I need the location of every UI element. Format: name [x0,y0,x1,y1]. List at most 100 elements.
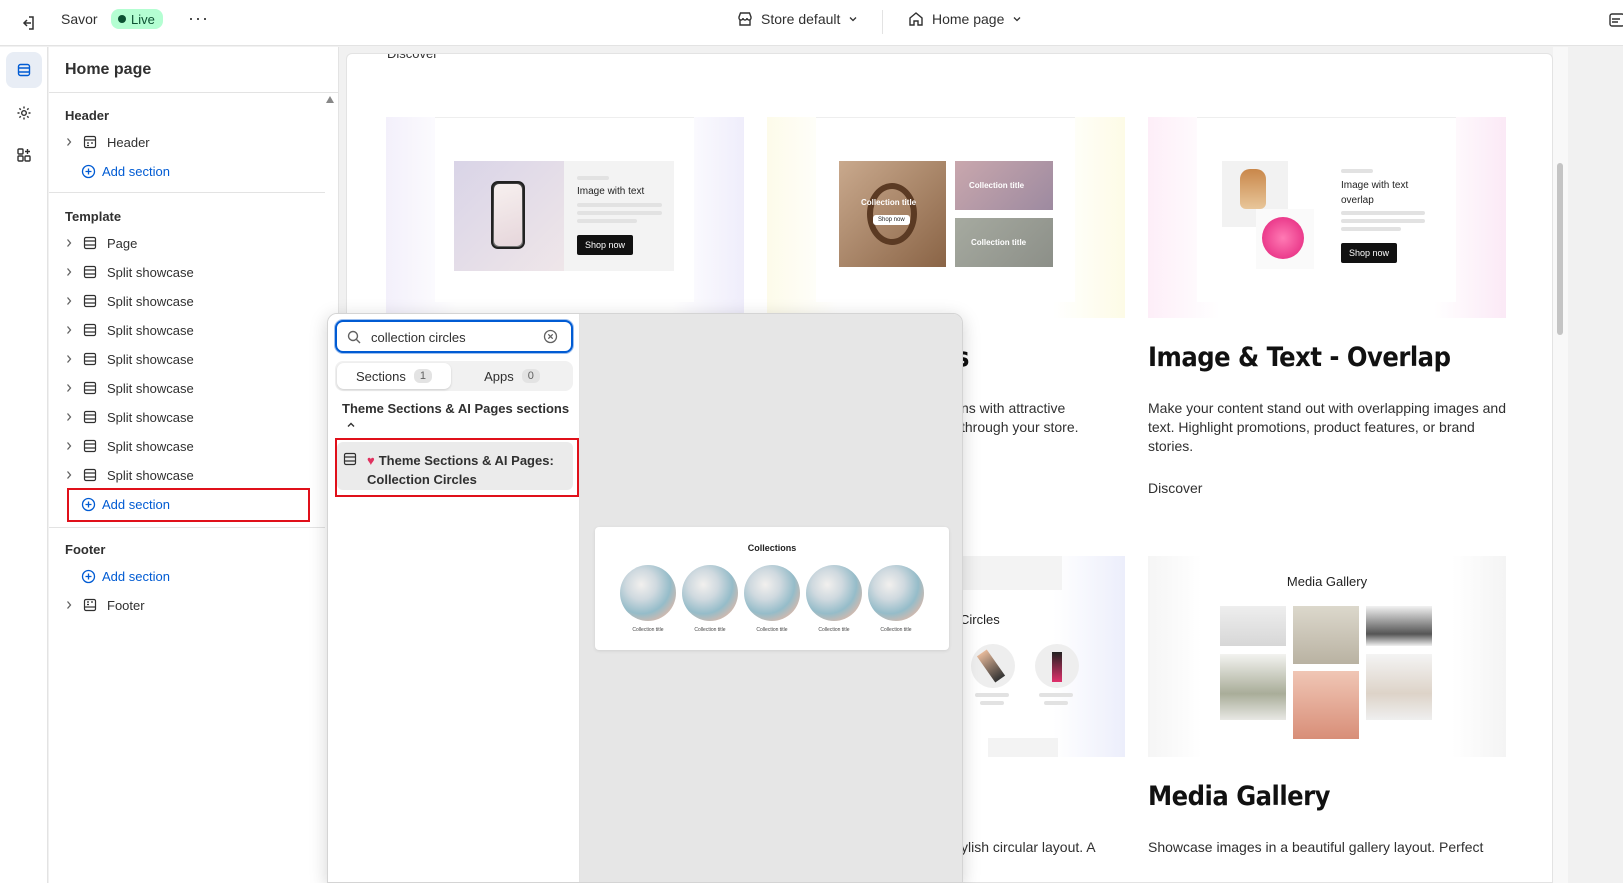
highlight-box-search-result [335,438,579,497]
thumb-heading: Media Gallery [1286,574,1368,589]
preview-scrollbar[interactable] [1553,47,1568,883]
chevron-right-icon[interactable] [65,137,79,147]
sections-rail-button[interactable] [6,52,42,88]
store-selector[interactable]: Store default [737,11,858,27]
chevron-right-icon[interactable] [65,325,79,335]
highlight-box-add-section [67,488,310,522]
chevron-right-icon[interactable] [65,412,79,422]
chevron-right-icon[interactable] [65,470,79,480]
section-row-split-showcase[interactable]: Split showcase [65,347,194,371]
group-divider [49,192,325,193]
thumb-heading: Image with text [577,186,645,197]
collection-grid-thumbnail[interactable]: Collection title Shop now Collection tit… [767,117,1125,318]
cut-off-discover-link[interactable]: Discover [387,54,438,61]
add-section-label: Add section [102,163,170,179]
toy-image [1256,209,1314,269]
section-row-label: Split showcase [107,438,194,454]
chevron-right-icon[interactable] [65,238,79,248]
chevron-right-icon[interactable] [65,296,79,306]
exit-button[interactable] [14,9,42,37]
picker-preview-pane: Collections Collection title Collection … [580,314,962,882]
thumb-collection-label: Collection title [861,198,917,207]
category-heading: Theme Sections & AI Pages sections [342,401,570,416]
thumb-collection-label: Collection title [971,238,1027,247]
chevron-right-icon[interactable] [65,354,79,364]
image-text-overlap-thumbnail[interactable]: Image with text overlap Shop now [1148,117,1506,318]
plus-circle-icon [81,569,96,583]
tab-count: 1 [413,369,432,383]
thumb-collection-label: Collection title [969,181,1025,190]
tab-apps[interactable]: Apps 0 [455,363,569,389]
card-desc-image-text-overlap: Make your content stand out with overlap… [1148,400,1506,454]
section-icon [83,236,99,250]
live-badge: Live [111,9,163,29]
gallery-image [1366,606,1432,646]
preview-scrollbar-thumb[interactable] [1557,163,1563,335]
gallery-image [1293,671,1359,739]
theme-name: Savor [61,11,98,27]
section-row-footer[interactable]: Footer [65,593,145,617]
gallery-image [1293,606,1359,664]
section-search-input[interactable] [371,327,539,347]
section-row-label: Split showcase [107,467,194,483]
panel-title-divider [49,92,339,93]
card-desc-line: ns with attractive [961,400,1066,416]
section-search-box[interactable] [335,320,573,353]
template-group-label: Template [65,209,122,224]
section-row-split-showcase[interactable]: Split showcase [65,376,194,400]
collection-circle-label: Collection title [694,627,726,633]
section-row-split-showcase[interactable]: Split showcase [65,405,194,429]
chevron-right-icon[interactable] [65,441,79,451]
section-row-split-showcase[interactable]: Split showcase [65,434,194,458]
collection-circle [868,565,924,621]
chevron-right-icon[interactable] [65,600,79,610]
chevron-up-icon[interactable] [346,420,356,430]
scroll-up-arrow[interactable] [326,96,334,103]
apps-rail-button[interactable] [6,137,42,173]
live-badge-label: Live [131,11,155,27]
card-desc-media-gallery: Showcase images in a beautiful gallery l… [1148,839,1484,855]
add-section-picker: Sections 1 Apps 0 Theme Sections & AI Pa… [327,313,963,883]
card-title-image-text-overlap: Image & Text - Overlap [1148,342,1451,373]
collection-circle-label: Collection title [818,627,850,633]
section-row-split-showcase[interactable]: Split showcase [65,463,194,487]
add-section-header-button[interactable]: Add section [81,159,170,183]
theme-settings-rail-button[interactable] [6,95,42,131]
more-actions-button[interactable]: ··· [188,8,209,29]
product-circle [971,644,1015,688]
section-row-header[interactable]: Header [65,130,150,154]
collection-circle [806,565,862,621]
media-gallery-thumbnail[interactable]: Media Gallery [1148,556,1506,757]
chevron-down-icon [1013,17,1021,22]
page-selector-label: Home page [932,11,1005,27]
thumb-shop-now-button: Shop now [577,235,634,255]
footer-group-label: Footer [65,542,106,557]
section-row-label: Page [107,235,138,251]
section-row-split-showcase[interactable]: Split showcase [65,318,194,342]
image-with-text-thumbnail[interactable]: Image with text Shop now [386,117,744,318]
preview-mode-button[interactable] [1608,12,1623,35]
collection-circles-preview: Collections Collection title Collection … [595,527,949,650]
left-rail [0,47,48,883]
add-section-footer-button[interactable]: Add section [81,564,170,588]
thumb-heading: Image with text overlap [1341,180,1409,206]
section-row-split-showcase[interactable]: Split showcase [65,260,194,284]
chevron-right-icon[interactable] [65,383,79,393]
page-selector[interactable]: Home page [908,11,1022,27]
section-row-page[interactable]: Page [65,231,137,255]
chevron-right-icon[interactable] [65,267,79,277]
collection-circle [620,565,676,621]
card-desc-tail: ns with attractive through your store. [961,399,1079,437]
tab-sections[interactable]: Sections 1 [337,363,451,389]
tab-label: Apps [484,368,514,384]
group-divider [49,527,325,528]
picker-list-pane: Sections 1 Apps 0 Theme Sections & AI Pa… [328,314,580,882]
tab-count: 0 [521,369,540,383]
section-row-split-showcase[interactable]: Split showcase [65,289,194,313]
section-row-label: Split showcase [107,293,194,309]
section-icon [83,294,99,308]
gallery-image [1366,654,1432,720]
clear-search-icon[interactable] [543,329,558,344]
section-icon [83,265,99,279]
discover-link[interactable]: Discover [1148,480,1202,496]
